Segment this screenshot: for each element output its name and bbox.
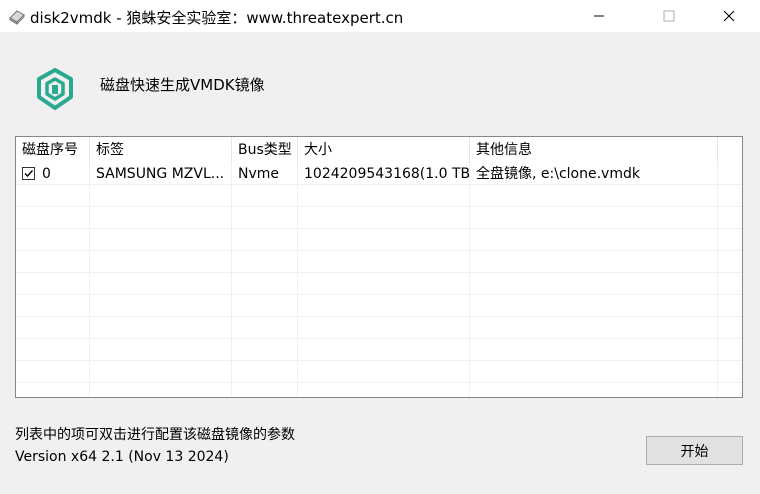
grid-line: [16, 228, 742, 229]
app-disk-icon: [9, 10, 25, 25]
grid-line: [16, 360, 742, 361]
maximize-icon: [663, 10, 675, 22]
grid-line: [16, 206, 742, 207]
grid-line: [297, 163, 298, 397]
row-checkbox[interactable]: [22, 167, 35, 180]
title-bar: disk2vmdk - 狼蛛安全实验室：www.threatexpert.cn: [0, 0, 760, 32]
minimize-icon: [594, 15, 604, 17]
grid-line: [16, 272, 742, 273]
header-title: 磁盘快速生成VMDK镜像: [100, 76, 265, 94]
column-header-label[interactable]: 标签: [90, 137, 232, 163]
brand-shield-logo: [37, 68, 73, 110]
grid-line: [231, 163, 232, 397]
grid-line: [16, 382, 742, 383]
start-button[interactable]: 开始: [646, 436, 743, 465]
grid-line: [16, 250, 742, 251]
disk-list[interactable]: 磁盘序号 标签 Bus类型 大小 其他信息 0 SAMSUNG MZVL... …: [15, 136, 743, 398]
cell-size: 1024209543168(1.0 TB): [304, 166, 470, 182]
cell-other-info: 全盘镜像, e:\clone.vmdk: [476, 166, 640, 182]
cell-label: SAMSUNG MZVL...: [96, 166, 225, 182]
grid-line: [16, 294, 742, 295]
grid-line: [469, 163, 470, 397]
cell-bus-type: Nvme: [238, 166, 280, 182]
column-header-other-info[interactable]: 其他信息: [470, 137, 718, 163]
grid-line: [16, 338, 742, 339]
hint-text: 列表中的项可双击进行配置该磁盘镜像的参数: [15, 427, 295, 443]
cell-disk-index: 0: [42, 166, 51, 182]
list-header: 磁盘序号 标签 Bus类型 大小 其他信息: [16, 137, 742, 163]
close-button[interactable]: [706, 0, 752, 32]
grid-line: [717, 163, 718, 397]
column-header-size[interactable]: 大小: [298, 137, 470, 163]
minimize-button[interactable]: [576, 0, 622, 32]
close-icon: [723, 10, 735, 22]
window-title: disk2vmdk - 狼蛛安全实验室：www.threatexpert.cn: [30, 9, 404, 27]
grid-line: [89, 163, 90, 397]
table-row[interactable]: 0 SAMSUNG MZVL... Nvme 1024209543168(1.0…: [16, 163, 742, 185]
maximize-button[interactable]: [646, 0, 692, 32]
checkmark-icon: [24, 170, 34, 178]
column-header-bus-type[interactable]: Bus类型: [232, 137, 298, 163]
grid-line: [16, 316, 742, 317]
column-header-disk-index[interactable]: 磁盘序号: [16, 137, 90, 163]
version-text: Version x64 2.1 (Nov 13 2024): [15, 449, 229, 465]
